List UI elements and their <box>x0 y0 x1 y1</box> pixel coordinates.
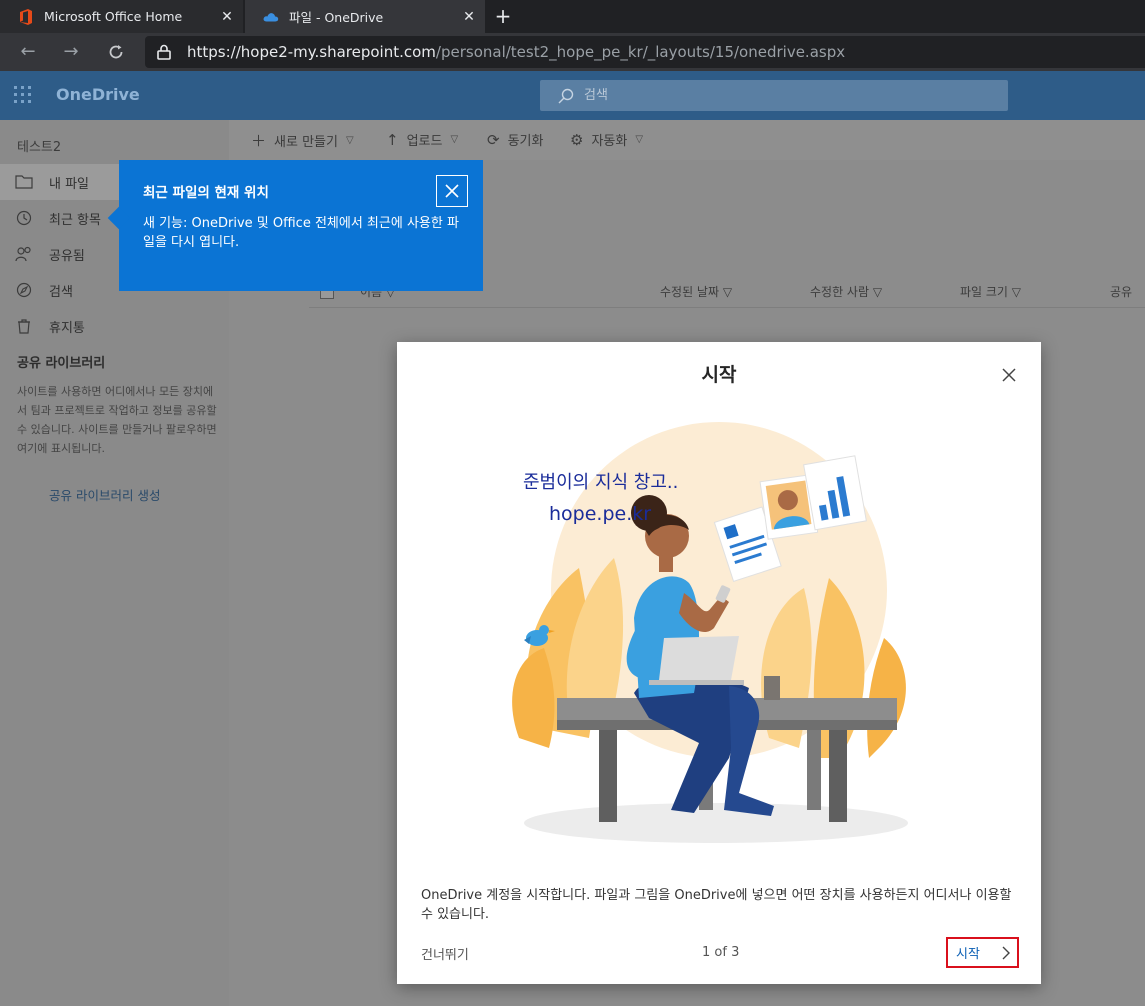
search-input[interactable] <box>584 88 964 103</box>
watermark-line-2: hope.pe.kr <box>549 503 651 525</box>
automate-icon: ⚙ <box>570 130 584 149</box>
sync-button[interactable]: ⟳ 동기화 <box>487 130 543 150</box>
nav-item-label: 검색 <box>49 284 73 300</box>
lock-icon <box>157 44 173 60</box>
forward-arrow-icon[interactable]: → <box>59 40 83 64</box>
onedrive-header: OneDrive <box>0 71 1145 120</box>
create-shared-library-link[interactable]: 공유 라이브러리 생성 <box>49 485 160 504</box>
close-icon <box>1002 368 1016 382</box>
browser-tab-strip: Microsoft Office Home ✕ 파일 - OneDrive ✕ … <box>0 0 1145 33</box>
watermark-line-1: 준범이의 지식 창고.. <box>523 472 678 493</box>
nav-item-recycle-bin[interactable]: 휴지통 <box>0 308 229 344</box>
chevron-down-icon: ▽ <box>450 134 459 145</box>
app-launcher-icon[interactable] <box>14 86 32 104</box>
recent-files-callout: 최근 파일의 현재 위치 새 기능: OneDrive 및 Office 전체에… <box>107 160 483 291</box>
reload-icon[interactable] <box>104 40 128 64</box>
office-icon <box>18 8 34 25</box>
tab-label: Microsoft Office Home <box>44 9 183 24</box>
people-icon <box>15 245 33 263</box>
chevron-right-icon <box>1002 946 1010 959</box>
callout-body: 새 기능: OneDrive 및 Office 전체에서 최근에 사용한 파일을… <box>143 216 459 250</box>
nav-user-name: 테스트2 <box>17 140 62 155</box>
skip-button[interactable]: 건너뛰기 <box>421 944 469 963</box>
callout-title: 최근 파일의 현재 위치 <box>143 185 269 201</box>
plus-icon: ＋ <box>251 132 267 150</box>
shared-libraries-description: 사이트를 사용하면 어디에서나 모든 장치에서 팀과 프로젝트로 작업하고 정보… <box>17 385 217 455</box>
header-divider <box>309 307 1145 308</box>
tab-office-home[interactable]: Microsoft Office Home ✕ <box>0 0 243 33</box>
search-box[interactable] <box>540 80 1008 111</box>
url-text: https://hope2-my.sharepoint.com/personal… <box>187 43 846 61</box>
shared-libraries-heading: 공유 라이브러리 <box>17 356 106 371</box>
clock-icon <box>15 209 33 227</box>
browser-toolbar: ← → https://hope2-my.sharepoint.com/pers… <box>0 33 1145 71</box>
back-arrow-icon[interactable]: ← <box>16 40 40 64</box>
search-icon <box>558 88 574 104</box>
automate-button[interactable]: ⚙ 자동화 ▽ <box>570 130 644 150</box>
close-icon <box>445 184 459 198</box>
welcome-dialog: 시작 준범이의 지식 창고.. hope.pe.kr OneDrive 계정을 … <box>397 342 1041 984</box>
nav-item-label: 공유됨 <box>49 248 85 264</box>
column-header-modified-by[interactable]: 수정한 사람 ▽ <box>810 283 882 300</box>
nav-item-label: 휴지통 <box>49 320 85 336</box>
callout-close-button[interactable] <box>436 175 468 207</box>
command-bar: ＋ 새로 만들기 ▽ ↑ 업로드 ▽ ⟳ 동기화 ⚙ 자동화 ▽ <box>229 120 1145 160</box>
close-tab-icon[interactable]: ✕ <box>219 9 235 25</box>
upload-button[interactable]: ↑ 업로드 ▽ <box>386 130 459 150</box>
close-tab-icon[interactable]: ✕ <box>461 9 477 25</box>
new-button[interactable]: ＋ 새로 만들기 ▽ <box>251 130 354 151</box>
dialog-close-button[interactable] <box>998 364 1020 386</box>
sync-icon: ⟳ <box>487 130 500 149</box>
upload-arrow-icon: ↑ <box>386 130 399 149</box>
chevron-down-icon: ▽ <box>635 134 644 145</box>
folder-icon <box>15 173 33 191</box>
dialog-description: OneDrive 계정을 시작합니다. 파일과 그림을 OneDrive에 넣으… <box>421 888 1012 922</box>
app-name[interactable]: OneDrive <box>56 85 140 104</box>
start-button[interactable]: 시작 <box>946 937 1019 968</box>
tab-label: 파일 - OneDrive <box>289 10 384 25</box>
chevron-down-icon: ▽ <box>345 135 354 146</box>
start-button-label: 시작 <box>956 947 980 962</box>
discover-icon <box>15 281 33 299</box>
tab-onedrive[interactable]: 파일 - OneDrive ✕ <box>245 0 485 33</box>
welcome-illustration: 준범이의 지식 창고.. hope.pe.kr <box>512 422 908 843</box>
onedrive-cloud-icon <box>263 9 279 25</box>
dialog-title: 시작 <box>701 364 737 386</box>
recycle-bin-icon <box>15 317 33 335</box>
new-tab-button[interactable]: + <box>492 4 514 28</box>
column-header-size[interactable]: 파일 크기 ▽ <box>960 283 1021 300</box>
page-indicator: 1 of 3 <box>702 945 740 960</box>
nav-item-label: 최근 항목 <box>49 212 101 228</box>
nav-item-label: 내 파일 <box>49 176 90 192</box>
column-header-sharing[interactable]: 공유 <box>1110 283 1132 300</box>
column-header-modified[interactable]: 수정된 날짜 ▽ <box>660 283 732 300</box>
address-bar[interactable]: https://hope2-my.sharepoint.com/personal… <box>145 36 1145 68</box>
